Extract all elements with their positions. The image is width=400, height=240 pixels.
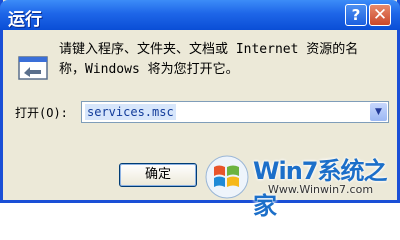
open-label: 打开(O): xyxy=(15,106,68,120)
description-line-2: 称，Windows 将为您打开它。 xyxy=(59,62,239,77)
description-line-1: 请键入程序、文件夹、文档或 Internet 资源的名 xyxy=(59,42,359,57)
open-input-value[interactable]: services.msc xyxy=(85,104,176,120)
title-bar[interactable]: 运行 ? ✕ xyxy=(0,0,400,30)
run-program-icon xyxy=(18,56,48,80)
chevron-down-icon[interactable]: ▼ xyxy=(370,103,387,121)
description-text: 请键入程序、文件夹、文档或 Internet 资源的名 称，Windows 将为… xyxy=(59,40,389,80)
windows-logo-icon xyxy=(205,155,249,199)
ok-button[interactable]: 确定 xyxy=(119,163,197,187)
close-button[interactable]: ✕ xyxy=(369,4,391,26)
window-title: 运行 xyxy=(8,10,42,30)
help-button[interactable]: ? xyxy=(345,4,367,26)
watermark-url: Www.Winwin7.com xyxy=(268,183,374,196)
open-combobox[interactable]: services.msc ▼ xyxy=(81,101,389,123)
